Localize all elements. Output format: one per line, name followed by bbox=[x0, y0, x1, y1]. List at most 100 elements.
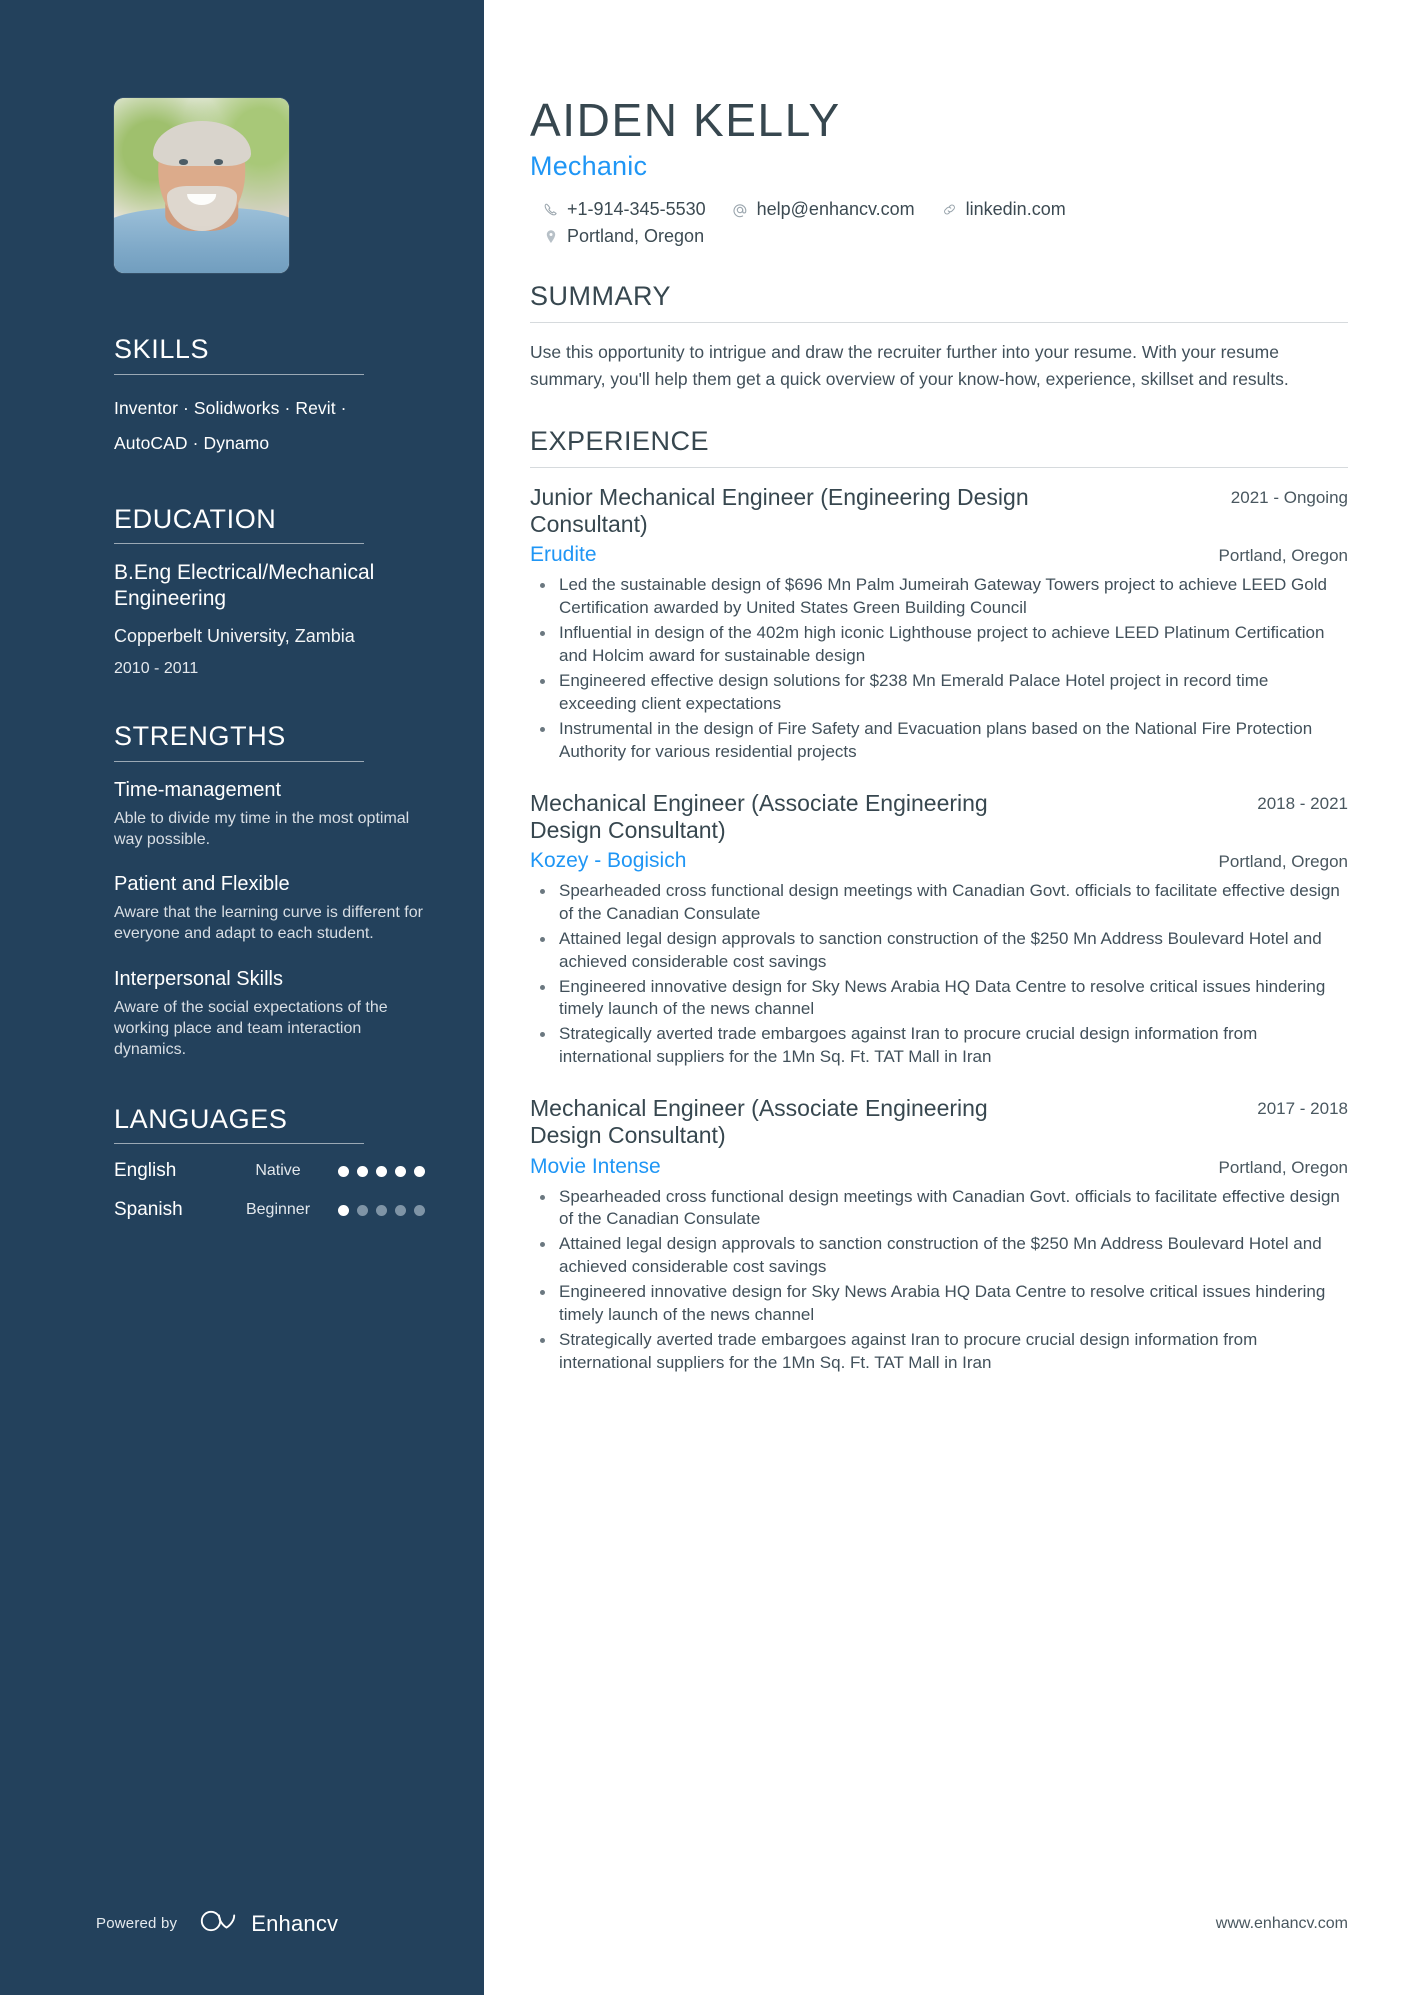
strength-item: Time-management Able to divide my time i… bbox=[114, 778, 424, 851]
strength-title: Time-management bbox=[114, 778, 282, 801]
strength-description: Aware of the social expectations of the … bbox=[114, 998, 388, 1059]
strengths-section: STRENGTHS Time-management Able to divide… bbox=[114, 721, 424, 1061]
contact-row-primary: +1-914-345-5530 help@enhancv.com linkedi… bbox=[542, 199, 1348, 220]
strength-title: Patient and Flexible bbox=[114, 873, 290, 896]
powered-by-label: Powered by bbox=[96, 1915, 178, 1932]
avatar bbox=[114, 98, 289, 273]
enhancv-brand-name: Enhancv bbox=[251, 1910, 339, 1936]
language-rating-dots bbox=[338, 1204, 425, 1216]
summary-heading: SUMMARY bbox=[530, 281, 672, 312]
contact-location: Portland, Oregon bbox=[542, 226, 704, 247]
experience-section: EXPERIENCE Junior Mechanical Engineer (E… bbox=[530, 426, 1348, 1375]
experience-item-subheader: Movie Intense Portland, Oregon bbox=[530, 1155, 1348, 1179]
at-sign-icon bbox=[732, 201, 749, 218]
strength-title: Interpersonal Skills bbox=[114, 967, 283, 990]
rating-dot-filled bbox=[357, 1165, 368, 1177]
rating-dot-empty bbox=[357, 1204, 368, 1216]
experience-job-title: Junior Mechanical Engineer (Engineering … bbox=[530, 483, 1029, 537]
skills-line-2: AutoCAD · Dynamo bbox=[114, 432, 270, 453]
language-name: English bbox=[114, 1160, 177, 1182]
skills-divider bbox=[114, 373, 364, 375]
contact-phone[interactable]: +1-914-345-5530 bbox=[542, 199, 706, 220]
language-rating-dots bbox=[338, 1165, 425, 1177]
experience-bullet: Instrumental in the design of Fire Safet… bbox=[534, 718, 1348, 764]
experience-bullet: Engineered innovative design for Sky New… bbox=[534, 976, 1348, 1022]
experience-bullet: Attained legal design approvals to sanct… bbox=[534, 928, 1348, 974]
contact-phone-text: +1-914-345-5530 bbox=[567, 199, 706, 220]
experience-item: Mechanical Engineer (Associate Engineeri… bbox=[530, 1095, 1348, 1375]
rating-dot-filled bbox=[414, 1165, 425, 1177]
experience-company-link[interactable]: Erudite bbox=[530, 543, 597, 567]
rating-dot-filled bbox=[376, 1165, 387, 1177]
phone-icon bbox=[542, 201, 559, 218]
strength-item: Interpersonal Skills Aware of the social… bbox=[114, 967, 424, 1061]
rating-dot-filled bbox=[338, 1204, 349, 1216]
sidebar: SKILLS Inventor · Solidworks · Revit · A… bbox=[0, 0, 484, 1995]
rating-dot-empty bbox=[395, 1204, 406, 1216]
experience-item-subheader: Erudite Portland, Oregon bbox=[530, 543, 1348, 567]
strength-item: Patient and Flexible Aware that the lear… bbox=[114, 872, 424, 945]
language-level: Beginner bbox=[245, 1201, 311, 1219]
experience-bullet: Influential in design of the 402m high i… bbox=[534, 622, 1348, 668]
contact-row-secondary: Portland, Oregon bbox=[542, 226, 1348, 247]
experience-job-dates: 2018 - 2021 bbox=[1257, 793, 1348, 813]
photo-eye-right bbox=[213, 159, 223, 165]
experience-item-header: Mechanical Engineer (Associate Engineeri… bbox=[530, 1095, 1348, 1149]
strength-description: Able to divide my time in the most optim… bbox=[114, 809, 410, 848]
language-level: Native bbox=[255, 1162, 301, 1180]
contact-linkedin-text: linkedin.com bbox=[965, 199, 1066, 220]
rating-dot-empty bbox=[414, 1204, 425, 1216]
experience-job-location: Portland, Oregon bbox=[1218, 1157, 1348, 1177]
rating-dot-filled bbox=[338, 1165, 349, 1177]
languages-section: LANGUAGES English Native Spanish Beginne… bbox=[114, 1103, 425, 1222]
rating-dot-empty bbox=[376, 1204, 387, 1216]
contact-linkedin[interactable]: linkedin.com bbox=[941, 199, 1066, 220]
contact-email-text: help@enhancv.com bbox=[756, 199, 915, 220]
contact-email[interactable]: help@enhancv.com bbox=[732, 199, 915, 220]
summary-divider bbox=[530, 322, 1348, 324]
experience-job-dates: 2017 - 2018 bbox=[1257, 1099, 1348, 1119]
experience-heading: EXPERIENCE bbox=[530, 425, 710, 456]
experience-item-subheader: Kozey - Bogisich Portland, Oregon bbox=[530, 849, 1348, 873]
photo-eye-left bbox=[178, 159, 188, 165]
education-degree: B.Eng Electrical/Mechanical Engineering bbox=[114, 561, 375, 610]
main-content: AIDEN KELLY Mechanic +1-914-345-5530 hel… bbox=[484, 0, 1410, 1995]
contact-location-text: Portland, Oregon bbox=[567, 226, 705, 247]
sidebar-footer: Powered by Enhancv bbox=[96, 1909, 338, 1938]
experience-job-location: Portland, Oregon bbox=[1218, 851, 1348, 871]
experience-bullets: Spearheaded cross functional design meet… bbox=[530, 1186, 1348, 1376]
contact-details: +1-914-345-5530 help@enhancv.com linkedi… bbox=[530, 199, 1348, 247]
experience-company-link[interactable]: Kozey - Bogisich bbox=[530, 849, 686, 873]
experience-job-title: Mechanical Engineer (Associate Engineeri… bbox=[530, 1095, 988, 1149]
strength-description: Aware that the learning curve is differe… bbox=[114, 904, 423, 943]
languages-heading: LANGUAGES bbox=[114, 1103, 288, 1134]
education-heading: EDUCATION bbox=[114, 503, 277, 534]
experience-item: Mechanical Engineer (Associate Engineeri… bbox=[530, 790, 1348, 1070]
experience-bullet: Engineered effective design solutions fo… bbox=[534, 670, 1348, 716]
education-section: EDUCATION B.Eng Electrical/Mechanical En… bbox=[114, 503, 424, 678]
experience-job-dates: 2021 - Ongoing bbox=[1230, 487, 1348, 507]
language-row: Spanish Beginner bbox=[114, 1199, 425, 1221]
language-name: Spanish bbox=[114, 1199, 183, 1221]
experience-bullet: Engineered innovative design for Sky New… bbox=[534, 1281, 1348, 1327]
experience-bullet: Led the sustainable design of $696 Mn Pa… bbox=[534, 574, 1348, 620]
experience-company-link[interactable]: Movie Intense bbox=[530, 1155, 661, 1179]
experience-item-header: Junior Mechanical Engineer (Engineering … bbox=[530, 484, 1348, 538]
resume-page: SKILLS Inventor · Solidworks · Revit · A… bbox=[0, 0, 1410, 1995]
website-footer[interactable]: www.enhancv.com bbox=[1216, 1915, 1348, 1933]
map-pin-icon bbox=[542, 228, 559, 245]
experience-item-header: Mechanical Engineer (Associate Engineeri… bbox=[530, 790, 1348, 844]
experience-job-location: Portland, Oregon bbox=[1218, 546, 1348, 566]
experience-item: Junior Mechanical Engineer (Engineering … bbox=[530, 484, 1348, 764]
rating-dot-filled bbox=[395, 1165, 406, 1177]
language-row: English Native bbox=[114, 1160, 425, 1182]
experience-bullet: Spearheaded cross functional design meet… bbox=[534, 880, 1348, 926]
education-dates: 2010 - 2011 bbox=[114, 659, 199, 677]
skills-heading: SKILLS bbox=[114, 334, 210, 364]
skills-section: SKILLS Inventor · Solidworks · Revit · A… bbox=[114, 334, 424, 461]
experience-bullet: Attained legal design approvals to sanct… bbox=[534, 1233, 1348, 1279]
experience-bullets: Led the sustainable design of $696 Mn Pa… bbox=[530, 574, 1348, 764]
enhancv-brand: Enhancv bbox=[199, 1909, 338, 1938]
summary-section: SUMMARY Use this opportunity to intrigue… bbox=[530, 281, 1348, 392]
experience-bullet: Strategically averted trade embargoes ag… bbox=[534, 1329, 1348, 1375]
